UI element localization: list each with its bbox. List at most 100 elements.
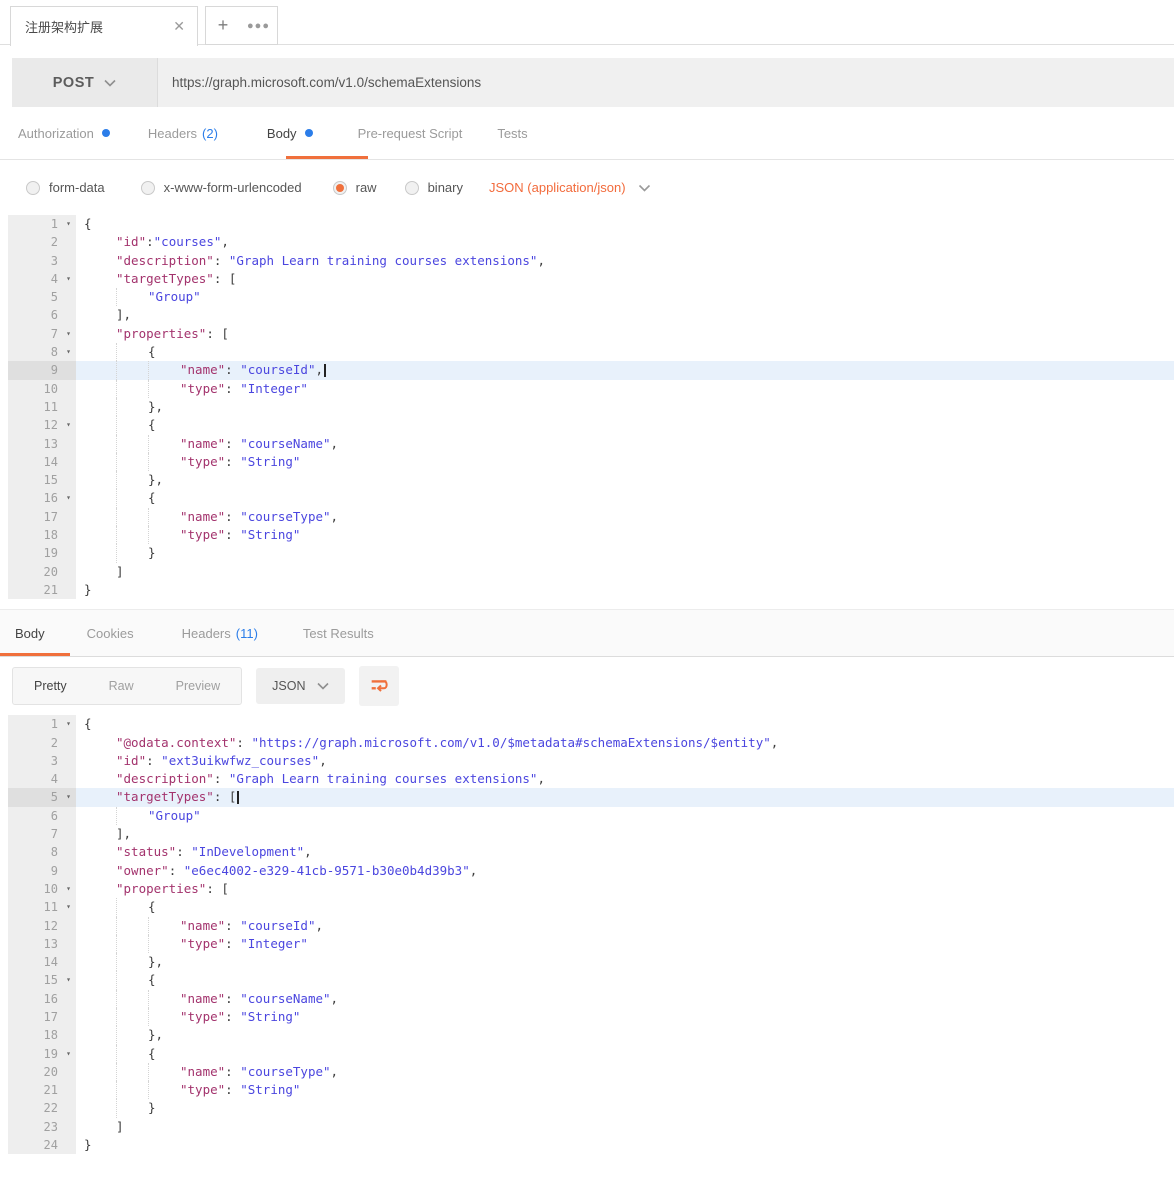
url-input[interactable]: https://graph.microsoft.com/v1.0/schemaE… <box>157 58 1174 107</box>
code-content[interactable]: "description": "Graph Learn training cou… <box>76 252 1174 270</box>
format-dropdown[interactable]: JSON <box>256 668 345 704</box>
code-content[interactable]: "name": "courseName", <box>76 435 1174 453</box>
code-line[interactable]: 13"name": "courseName", <box>8 435 1174 453</box>
code-line[interactable]: 14"type": "String" <box>8 453 1174 471</box>
code-line[interactable]: 9"name": "courseId", <box>8 361 1174 379</box>
code-line[interactable]: 5"Group" <box>8 288 1174 306</box>
code-line[interactable]: 8▾{ <box>8 343 1174 361</box>
request-tabs: Authorization Headers(2) Body Pre-request S… <box>0 107 1174 160</box>
gutter: 4 <box>8 770 76 788</box>
code-content[interactable]: "type": "String" <box>76 526 1174 544</box>
fold-toggle-icon[interactable]: ▾ <box>61 343 76 361</box>
gutter: 6 <box>8 807 76 825</box>
body-type-raw[interactable]: raw <box>333 180 377 195</box>
code-content[interactable]: ], <box>76 306 1174 324</box>
code-line[interactable]: 3"description": "Graph Learn training co… <box>8 252 1174 270</box>
fold-toggle-icon[interactable]: ▾ <box>61 325 76 343</box>
tab-headers[interactable]: Headers(2) <box>148 126 218 141</box>
gutter: 13 <box>8 435 76 453</box>
fold-toggle-icon[interactable]: ▾ <box>61 715 76 733</box>
close-tab-icon[interactable]: ✕ <box>173 18 185 35</box>
tab-tests[interactable]: Tests <box>497 126 527 141</box>
code-line[interactable]: 1▾{ <box>8 215 1174 233</box>
fold-toggle-icon[interactable]: ▾ <box>61 880 76 898</box>
code-content[interactable]: "type": "Integer" <box>76 380 1174 398</box>
body-type-x-www-form-urlencoded[interactable]: x-www-form-urlencoded <box>141 180 302 195</box>
json-punct: ] <box>116 563 124 581</box>
request-tab[interactable]: 注册架构扩展 ✕ <box>10 6 198 46</box>
fold-toggle-icon[interactable]: ▾ <box>61 270 76 288</box>
request-body-editor[interactable]: 1▾{2"id":"courses",3"description": "Grap… <box>8 215 1174 599</box>
view-pretty[interactable]: Pretty <box>13 668 88 704</box>
code-content[interactable]: }, <box>76 471 1174 489</box>
code-content[interactable]: { <box>76 416 1174 434</box>
view-preview[interactable]: Preview <box>155 668 241 704</box>
radio-icon[interactable] <box>141 181 155 195</box>
fold-toggle-icon[interactable]: ▾ <box>61 416 76 434</box>
line-number: 21 <box>8 1081 61 1099</box>
code-line[interactable]: 20] <box>8 563 1174 581</box>
code-line[interactable]: 12▾{ <box>8 416 1174 434</box>
code-content[interactable]: { <box>76 343 1174 361</box>
tab-pre-request-script[interactable]: Pre-request Script <box>358 126 463 141</box>
fold-toggle-icon[interactable]: ▾ <box>61 898 76 916</box>
body-type-binary[interactable]: binary <box>405 180 463 195</box>
content-type-dropdown[interactable]: JSON (application/json) <box>489 180 651 195</box>
fold-toggle-icon[interactable]: ▾ <box>61 489 76 507</box>
code-content[interactable]: "Group" <box>76 288 1174 306</box>
fold-toggle-icon[interactable]: ▾ <box>61 1045 76 1063</box>
gutter: 7▾ <box>8 325 76 343</box>
code-line[interactable]: 7▾"properties": [ <box>8 325 1174 343</box>
code-content[interactable]: }, <box>76 398 1174 416</box>
code-content[interactable]: { <box>76 215 1174 233</box>
radio-icon[interactable] <box>405 181 419 195</box>
tab-menu-button[interactable]: ●●● <box>240 6 278 45</box>
code-line[interactable]: 15}, <box>8 471 1174 489</box>
code-content[interactable]: } <box>76 544 1174 562</box>
code-line[interactable]: 19} <box>8 544 1174 562</box>
code-content[interactable]: ] <box>76 563 1174 581</box>
code-line[interactable]: 18"type": "String" <box>8 526 1174 544</box>
response-tab-headers[interactable]: Headers(11) <box>182 626 258 641</box>
tab-authorization[interactable]: Authorization <box>18 126 110 141</box>
response-tab-test-results[interactable]: Test Results <box>303 626 374 641</box>
tab-body[interactable]: Body <box>267 126 313 141</box>
radio-icon[interactable] <box>26 181 40 195</box>
code-line[interactable]: 4▾"targetTypes": [ <box>8 270 1174 288</box>
code-content: "owner": "e6ec4002-e329-41cb-9571-b30e0b… <box>76 862 1174 880</box>
indent-guide <box>84 361 116 379</box>
code-content[interactable]: "name": "courseId", <box>76 361 1174 379</box>
response-tab-cookies[interactable]: Cookies <box>87 626 134 641</box>
code-line[interactable]: 17"name": "courseType", <box>8 508 1174 526</box>
code-line[interactable]: 2"id":"courses", <box>8 233 1174 251</box>
indent-guide <box>148 1008 180 1026</box>
view-raw[interactable]: Raw <box>88 668 155 704</box>
method-dropdown[interactable]: POST <box>12 58 157 107</box>
radio-icon[interactable] <box>333 181 347 195</box>
code-line: 8"status": "InDevelopment", <box>8 843 1174 861</box>
fold-toggle-icon[interactable]: ▾ <box>61 788 76 806</box>
fold-toggle-icon[interactable]: ▾ <box>61 971 76 989</box>
gutter: 8 <box>8 843 76 861</box>
fold-toggle-icon[interactable]: ▾ <box>61 215 76 233</box>
wrap-lines-button[interactable] <box>359 666 399 706</box>
code-line[interactable]: 10"type": "Integer" <box>8 380 1174 398</box>
code-content[interactable]: } <box>76 581 1174 599</box>
indent-guide <box>84 398 116 416</box>
code-content[interactable]: "name": "courseType", <box>76 508 1174 526</box>
code-content[interactable]: { <box>76 489 1174 507</box>
code-line[interactable]: 11}, <box>8 398 1174 416</box>
body-type-form-data[interactable]: form-data <box>26 180 105 195</box>
code-content[interactable]: "type": "String" <box>76 453 1174 471</box>
new-tab-button[interactable]: + <box>205 6 241 45</box>
code-content[interactable]: "targetTypes": [ <box>76 270 1174 288</box>
code-content: "type": "Integer" <box>76 935 1174 953</box>
gutter: 4▾ <box>8 270 76 288</box>
indent-guide <box>84 233 116 251</box>
code-content[interactable]: "properties": [ <box>76 325 1174 343</box>
code-line[interactable]: 16▾{ <box>8 489 1174 507</box>
code-line[interactable]: 21} <box>8 581 1174 599</box>
code-content[interactable]: "id":"courses", <box>76 233 1174 251</box>
response-tab-body[interactable]: Body <box>15 626 45 641</box>
code-line[interactable]: 6], <box>8 306 1174 324</box>
